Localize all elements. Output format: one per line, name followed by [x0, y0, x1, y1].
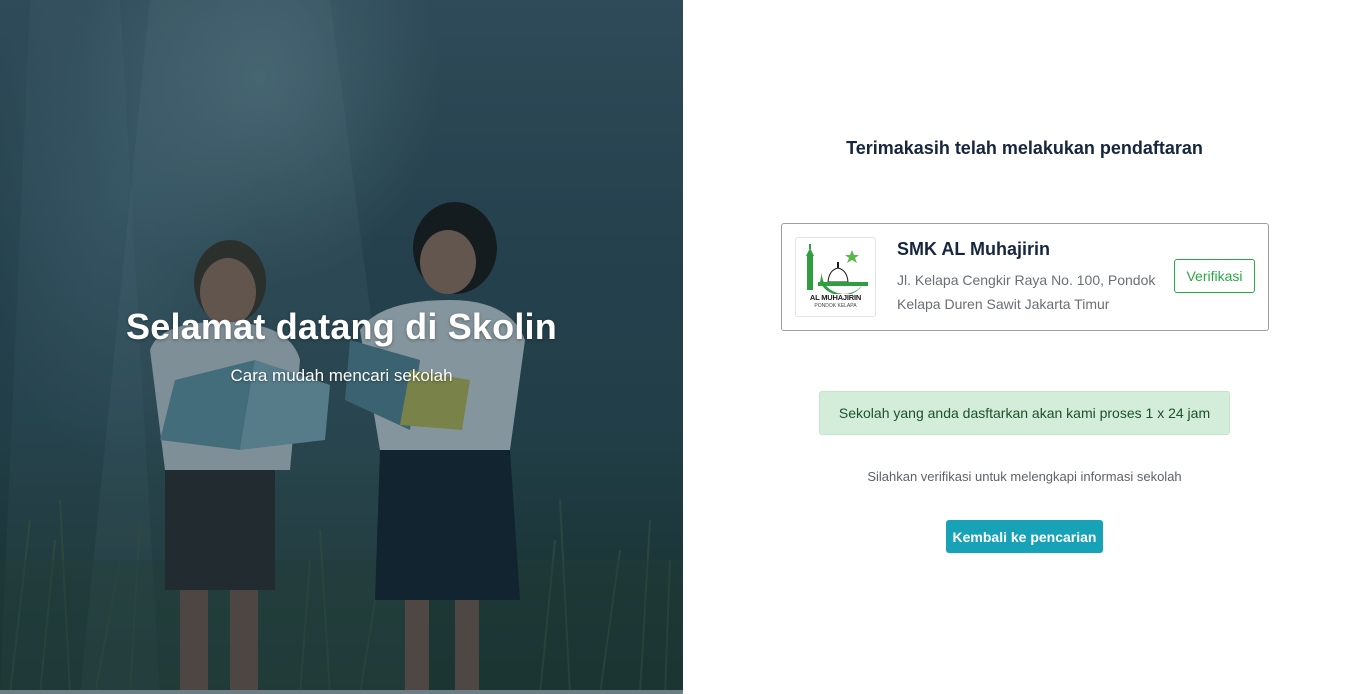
main-panel: Terimakasih telah melakukan pendaftaran …	[683, 0, 1366, 694]
school-name: SMK AL Muhajirin	[897, 239, 1050, 259]
logo-text: AL MUHAJIRIN	[809, 293, 862, 302]
verify-button[interactable]: Verifikasi	[1174, 259, 1255, 293]
success-alert: Sekolah yang anda dasftarkan akan kami p…	[819, 391, 1230, 435]
hero-divider	[0, 690, 683, 694]
school-logo: AL MUHAJIRIN PONDOK KELAPA	[795, 237, 876, 317]
hero-section: Selamat datang di Skolin Cara mudah menc…	[0, 0, 683, 694]
helper-text: Silahkan verifikasi untuk melengkapi inf…	[867, 469, 1182, 484]
school-card: AL MUHAJIRIN PONDOK KELAPA SMK AL Muhaji…	[781, 223, 1269, 331]
page-title: Terimakasih telah melakukan pendaftaran	[846, 138, 1203, 158]
hero-subtitle: Cara mudah mencari sekolah	[230, 366, 453, 385]
back-to-search-button[interactable]: Kembali ke pencarian	[946, 520, 1103, 553]
mosque-logo-icon	[806, 244, 868, 294]
logo-subtext: PONDOK KELAPA	[814, 303, 857, 309]
hero-title: Selamat datang di Skolin	[126, 306, 557, 347]
school-address: Jl. Kelapa Cengkir Raya No. 100, Pondok …	[897, 272, 1156, 312]
